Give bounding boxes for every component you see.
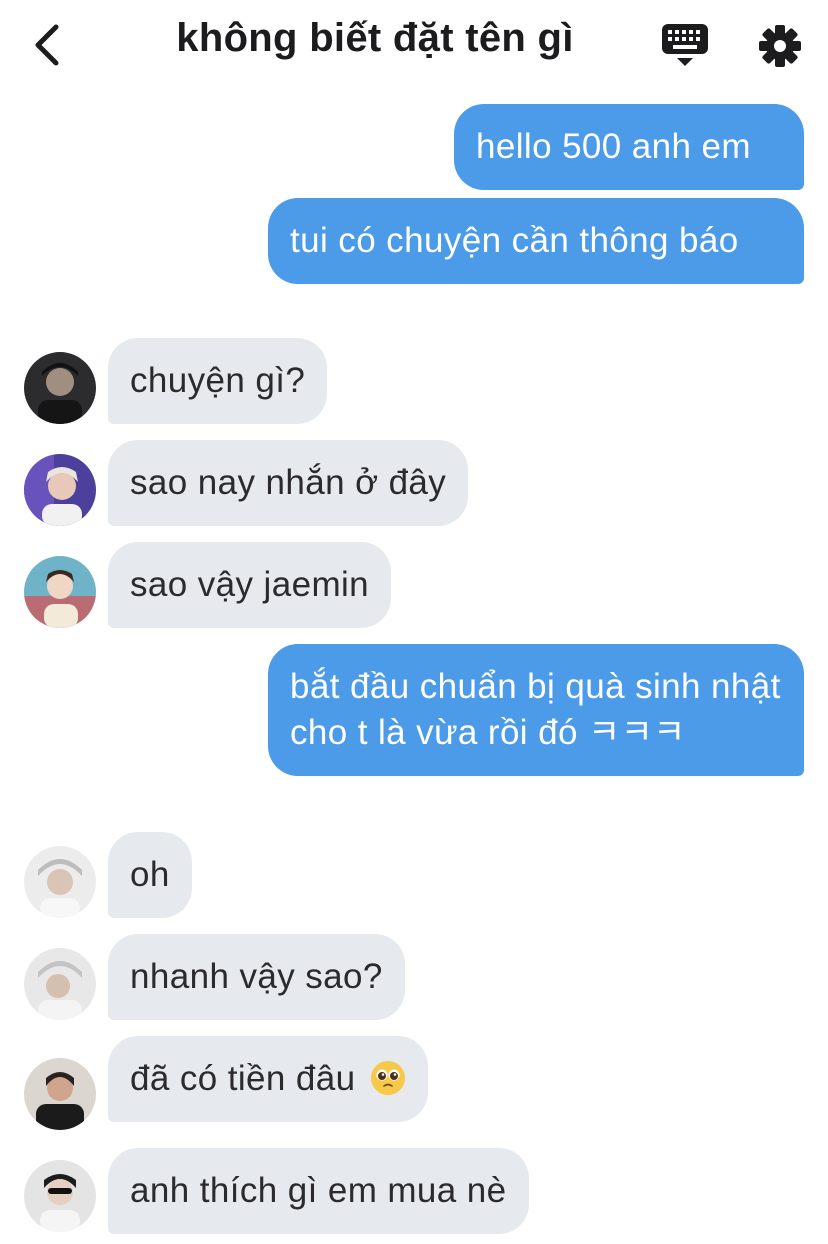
incoming-message[interactable]: sao nay nhắn ở đây [108, 440, 469, 526]
message-text: nhanh vậy sao? [130, 957, 383, 996]
message-text: đã có tiền đâu [130, 1059, 356, 1098]
message-text: oh [130, 855, 170, 894]
chat-title: không biết đặt tên gì [176, 16, 574, 60]
pleading-face-emoji [370, 1060, 406, 1096]
avatar[interactable] [24, 556, 96, 628]
incoming-message[interactable]: oh [108, 832, 192, 918]
avatar[interactable] [24, 948, 96, 1020]
outgoing-message[interactable]: hello 500 anh em [454, 104, 804, 190]
avatar[interactable] [24, 1160, 96, 1232]
message-text: tui có chuyện cần thông báo [290, 221, 739, 260]
gear-icon [759, 25, 801, 67]
message-text: hello 500 anh em [476, 127, 751, 166]
keyboard-icon [662, 24, 708, 66]
incoming-message[interactable]: chuyện gì? [108, 338, 328, 424]
avatar[interactable] [24, 846, 96, 918]
outgoing-message[interactable]: bắt đầu chuẩn bị quà sinh nhật cho t là … [268, 644, 804, 776]
incoming-message[interactable]: sao vậy jaemin [108, 542, 392, 628]
incoming-message[interactable]: nhanh vậy sao? [108, 934, 405, 1020]
message-text: sao vậy jaemin [130, 565, 370, 604]
avatar[interactable] [24, 454, 96, 526]
message-text: anh thích gì em mua nè [130, 1171, 507, 1210]
message-text: sao nay nhắn ở đây [130, 463, 447, 502]
settings-button[interactable] [754, 20, 806, 72]
chevron-left-icon [35, 24, 59, 66]
incoming-message[interactable]: anh thích gì em mua nè [108, 1148, 529, 1234]
outgoing-message[interactable]: tui có chuyện cần thông báo [268, 198, 804, 284]
chat-header: không biết đặt tên gì [0, 0, 828, 92]
message-text: chuyện gì? [130, 361, 306, 400]
avatar[interactable] [24, 352, 96, 424]
avatar[interactable] [24, 1058, 96, 1130]
back-button[interactable] [22, 20, 72, 70]
incoming-message[interactable]: đã có tiền đâu [108, 1036, 428, 1122]
message-text: bắt đầu chuẩn bị quà sinh nhật cho t là … [290, 667, 781, 752]
keyboard-button[interactable] [658, 20, 712, 70]
